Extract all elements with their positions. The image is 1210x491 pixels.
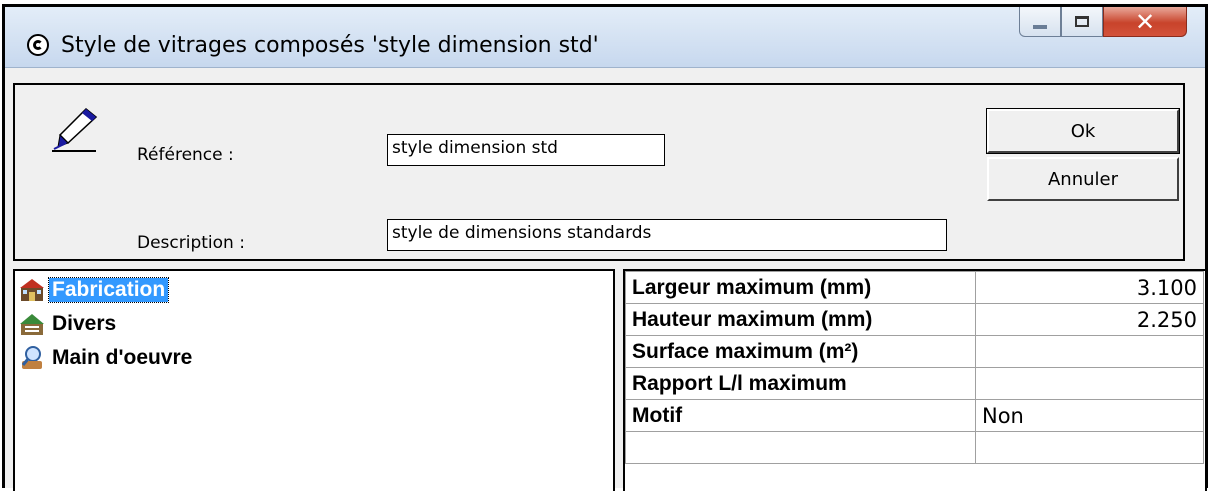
property-name: Hauteur maximum (mm) bbox=[625, 303, 976, 336]
reference-input[interactable]: style dimension std bbox=[387, 134, 665, 166]
minimize-icon bbox=[1033, 24, 1047, 29]
tree-item-main-doeuvre[interactable]: Main d'oeuvre bbox=[19, 343, 195, 373]
minimize-button[interactable] bbox=[1019, 7, 1061, 37]
property-name-empty bbox=[625, 431, 976, 464]
title-bar[interactable]: Style de vitrages composés 'style dimens… bbox=[5, 7, 1205, 68]
tree-item-fabrication[interactable]: Fabrication bbox=[19, 275, 170, 305]
property-name: Largeur maximum (mm) bbox=[625, 271, 976, 304]
property-name: Motif bbox=[625, 399, 976, 432]
tree-item-divers[interactable]: Divers bbox=[19, 309, 119, 339]
property-grid: Largeur maximum (mm) 3.100 Hauteur maxim… bbox=[623, 269, 1207, 491]
reference-label: Référence : bbox=[137, 145, 234, 165]
property-name: Surface maximum (m²) bbox=[625, 335, 976, 368]
window-title: Style de vitrages composés 'style dimens… bbox=[61, 33, 599, 58]
fabrication-icon bbox=[20, 279, 44, 301]
table-row[interactable] bbox=[625, 431, 1204, 464]
table-row[interactable]: Surface maximum (m²) bbox=[625, 335, 1204, 368]
property-value[interactable] bbox=[975, 335, 1204, 368]
property-name: Rapport L/l maximum bbox=[625, 367, 976, 400]
property-value[interactable]: 2.250 bbox=[975, 303, 1204, 336]
header-panel: Référence : style dimension std Descript… bbox=[13, 83, 1185, 261]
maximize-button[interactable] bbox=[1061, 7, 1103, 37]
property-table: Largeur maximum (mm) 3.100 Hauteur maxim… bbox=[625, 271, 1204, 464]
table-row[interactable]: Hauteur maximum (mm) 2.250 bbox=[625, 303, 1204, 336]
tree-item-label: Fabrication bbox=[47, 277, 170, 303]
property-value-empty bbox=[975, 431, 1204, 464]
dialog-window: Style de vitrages composés 'style dimens… bbox=[2, 4, 1208, 491]
table-row[interactable]: Rapport L/l maximum bbox=[625, 367, 1204, 400]
table-row[interactable]: Largeur maximum (mm) 3.100 bbox=[625, 271, 1204, 304]
property-value[interactable] bbox=[975, 367, 1204, 400]
tree-item-label: Divers bbox=[52, 312, 117, 335]
app-icon[interactable] bbox=[27, 34, 49, 56]
window-controls: ✕ bbox=[1019, 7, 1187, 37]
main-doeuvre-icon bbox=[21, 346, 42, 369]
property-value[interactable]: Non bbox=[975, 399, 1204, 432]
tree-item-label: Main d'oeuvre bbox=[52, 346, 193, 369]
close-icon: ✕ bbox=[1134, 7, 1156, 36]
maximize-icon bbox=[1075, 16, 1089, 27]
description-label: Description : bbox=[137, 233, 245, 253]
divers-icon bbox=[20, 314, 44, 335]
description-input[interactable]: style de dimensions standards bbox=[387, 219, 947, 251]
property-value[interactable]: 3.100 bbox=[975, 271, 1204, 304]
ok-button[interactable]: Ok bbox=[986, 108, 1180, 154]
close-button[interactable]: ✕ bbox=[1103, 7, 1187, 37]
table-row[interactable]: Motif Non bbox=[625, 399, 1204, 432]
pen-icon bbox=[52, 107, 98, 152]
category-tree: Fabrication Divers Main d'oeuvre bbox=[13, 269, 615, 491]
cancel-button[interactable]: Annuler bbox=[987, 157, 1179, 201]
